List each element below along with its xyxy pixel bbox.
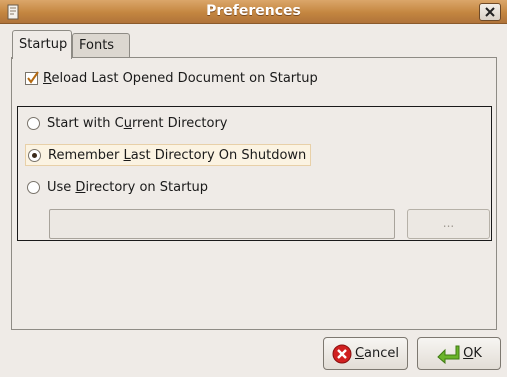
radio-last-directory[interactable]: Remember Last Directory On Shutdown <box>25 144 312 166</box>
browse-button[interactable]: ... <box>407 209 490 239</box>
tab-startup[interactable]: Startup <box>12 30 72 59</box>
radio-use-directory[interactable]: Use Directory on Startup <box>27 176 208 198</box>
radio-current-directory[interactable]: Start with Current Directory <box>27 112 228 134</box>
cancel-icon <box>332 344 352 364</box>
directory-input[interactable] <box>49 209 395 239</box>
radio-button-selected[interactable] <box>28 148 41 162</box>
checkmark-icon <box>27 71 39 84</box>
radio-current-directory-label: Start with Current Directory <box>47 115 228 131</box>
title-bar[interactable]: Preferences <box>0 0 507 24</box>
ok-label: OK <box>463 346 482 361</box>
radio-button[interactable] <box>27 180 40 194</box>
window-title: Preferences <box>206 3 301 19</box>
directory-frame: Start with Current Directory Remember La… <box>17 106 492 241</box>
close-icon <box>485 7 495 17</box>
cancel-label: Cancel <box>354 346 400 361</box>
startup-panel: Reload Last Opened Document on Startup S… <box>11 57 497 330</box>
ok-button[interactable]: OK <box>417 337 501 370</box>
cancel-button[interactable]: Cancel <box>323 337 408 370</box>
tab-fonts[interactable]: Fonts <box>72 33 130 58</box>
reload-document-checkbox[interactable] <box>25 71 39 85</box>
radio-last-directory-label: Remember Last Directory On Shutdown <box>48 147 307 163</box>
reload-document-label: Reload Last Opened Document on Startup <box>43 71 318 86</box>
radio-button[interactable] <box>27 116 40 130</box>
return-arrow-icon <box>436 344 460 364</box>
reload-document-option[interactable]: Reload Last Opened Document on Startup <box>25 71 318 86</box>
tab-fonts-label: Fonts <box>79 38 115 53</box>
close-button[interactable] <box>479 3 501 21</box>
radio-use-directory-label: Use Directory on Startup <box>47 179 209 195</box>
tab-startup-label: Startup <box>19 37 68 52</box>
